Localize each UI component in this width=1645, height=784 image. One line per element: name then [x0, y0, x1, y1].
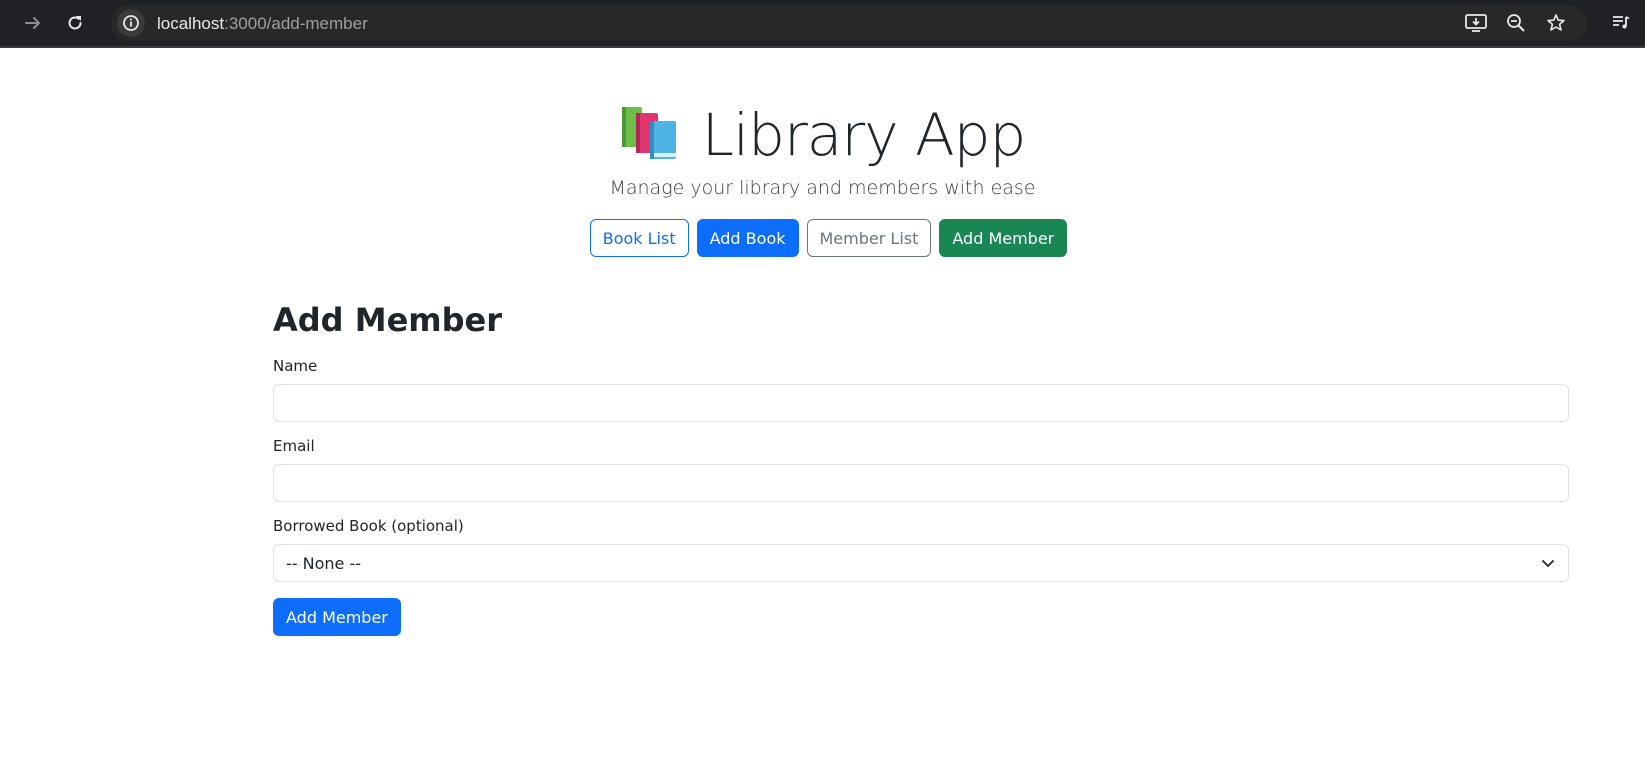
- zoom-out-icon: [1507, 14, 1525, 32]
- url-host: localhost: [157, 14, 225, 33]
- main-nav: Book List Add Book Member List Add Membe…: [0, 219, 1645, 257]
- zoom-button[interactable]: [1502, 9, 1530, 37]
- forward-button[interactable]: [16, 6, 50, 40]
- url-text[interactable]: localhost:3000/add-member: [157, 14, 368, 33]
- page-header: Library App: [0, 100, 1645, 170]
- playlist-icon: [1613, 16, 1630, 29]
- nav-book-list-button[interactable]: Book List: [589, 219, 689, 257]
- borrowed-book-selected-value: -- None --: [286, 553, 362, 573]
- email-input[interactable]: [273, 464, 1569, 502]
- reload-button[interactable]: [58, 6, 92, 40]
- books-icon: [620, 105, 680, 161]
- reload-icon: [68, 16, 82, 30]
- address-bar[interactable]: localhost:3000/add-member: [111, 5, 1587, 41]
- info-icon: [123, 15, 139, 31]
- borrowed-book-label: Borrowed Book (optional): [273, 517, 464, 535]
- add-member-form: Add Member Name Email Borrowed Book (opt…: [273, 300, 1569, 636]
- name-input[interactable]: [273, 384, 1569, 422]
- email-label: Email: [273, 437, 315, 455]
- name-label: Name: [273, 357, 318, 375]
- app-subtitle: Manage your library and members with eas…: [609, 177, 1036, 199]
- url-path: :3000/add-member: [224, 14, 368, 33]
- chevron-down-icon: [1542, 560, 1554, 567]
- install-app-button[interactable]: [1462, 9, 1490, 37]
- browser-toolbar: localhost:3000/add-member: [0, 0, 1645, 48]
- site-info-button[interactable]: [117, 9, 145, 37]
- borrowed-book-select[interactable]: -- None --: [273, 544, 1569, 582]
- nav-add-member-button[interactable]: Add Member: [939, 219, 1068, 257]
- nav-add-book-button[interactable]: Add Book: [696, 219, 799, 257]
- submit-add-member-button[interactable]: Add Member: [273, 598, 401, 636]
- bookmark-button[interactable]: [1542, 9, 1570, 37]
- app-title: Library App: [701, 101, 1027, 169]
- arrow-right-icon: [25, 17, 40, 29]
- media-controls-button[interactable]: [1604, 6, 1638, 40]
- nav-member-list-button[interactable]: Member List: [806, 219, 932, 257]
- star-icon: [1547, 14, 1565, 31]
- install-icon: [1465, 14, 1487, 32]
- form-title: Add Member: [273, 301, 502, 339]
